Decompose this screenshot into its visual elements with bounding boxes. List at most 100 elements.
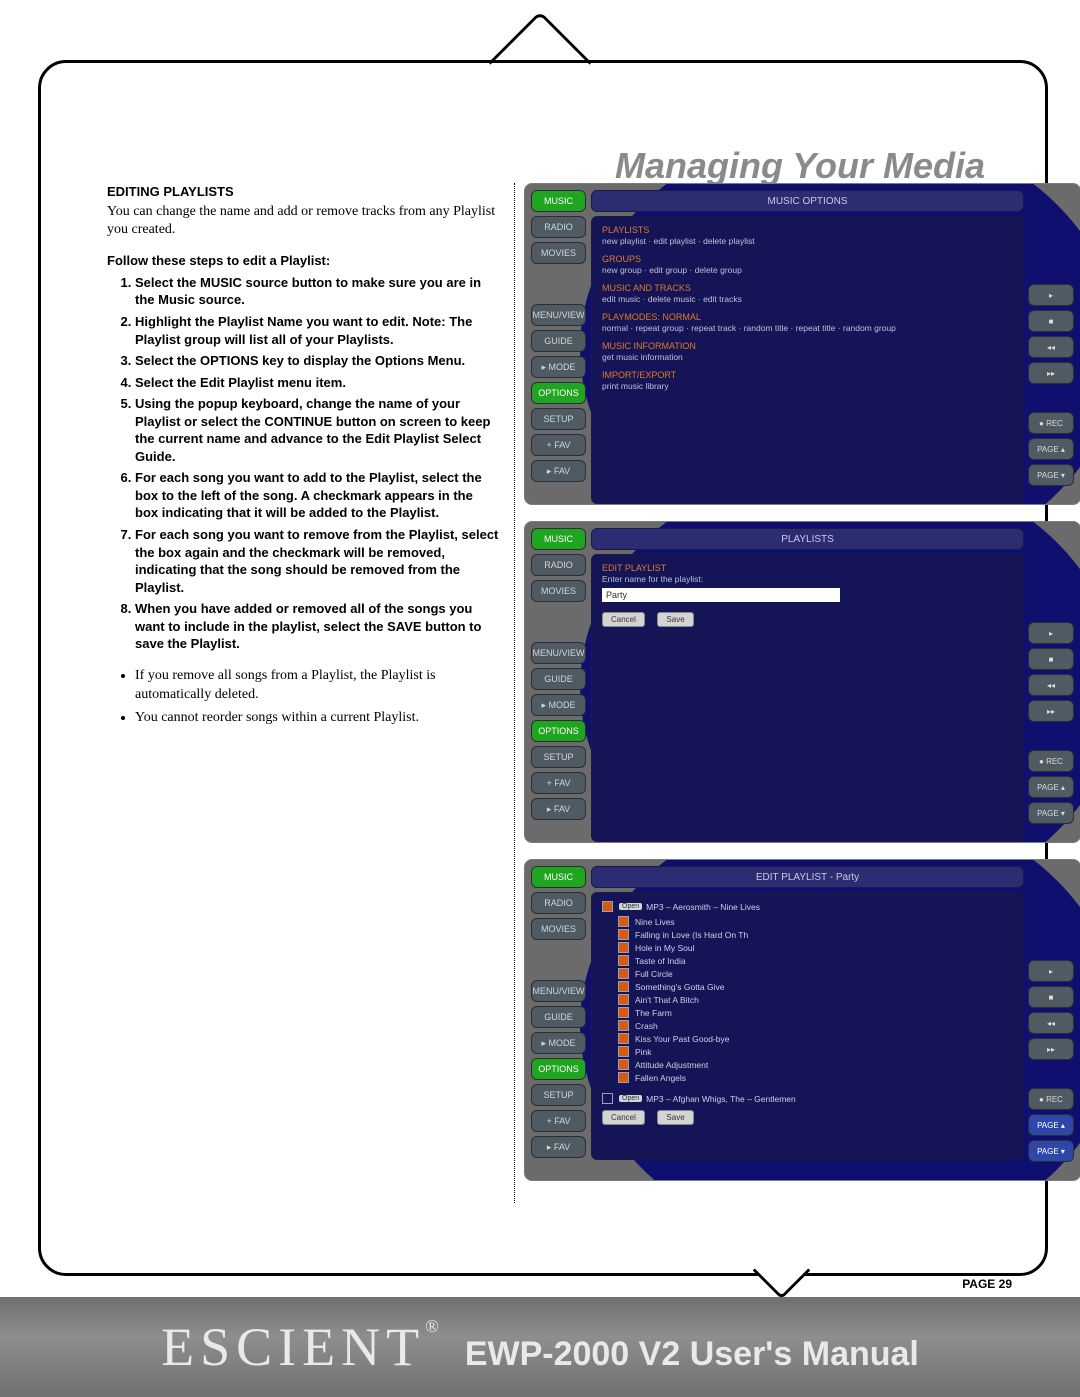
track-checkbox[interactable] xyxy=(618,929,629,940)
pagedown-button[interactable]: PAGE ▾ xyxy=(1028,1140,1074,1162)
sidebar-menuview-button[interactable]: MENU/VIEW xyxy=(531,304,586,326)
track-row[interactable]: Nine Lives xyxy=(618,916,1013,927)
sidebar-menuview-button[interactable]: MENU/VIEW xyxy=(531,642,586,664)
track-row[interactable]: Falling in Love (Is Hard On Th xyxy=(618,929,1013,940)
sidebar-setup-button[interactable]: SETUP xyxy=(531,1084,586,1106)
stop-button[interactable]: ■ xyxy=(1028,986,1074,1008)
track-checkbox[interactable] xyxy=(618,981,629,992)
sidebar-guide-button[interactable]: GUIDE xyxy=(531,1006,586,1028)
notes-list: If you remove all songs from a Playlist,… xyxy=(135,667,499,728)
option-block: GROUPSnew group · edit group · delete gr… xyxy=(602,254,1013,275)
rew-button[interactable]: ◂◂ xyxy=(1028,674,1074,696)
sidebar-nextfav-button[interactable]: ▸ FAV xyxy=(531,460,586,482)
ff-button[interactable]: ▸▸ xyxy=(1028,362,1074,384)
track-checkbox[interactable] xyxy=(618,1020,629,1031)
rew-button[interactable]: ◂◂ xyxy=(1028,336,1074,358)
track-row[interactable]: Full Circle xyxy=(618,968,1013,979)
pagedown-button[interactable]: PAGE ▾ xyxy=(1028,464,1074,486)
album-checkbox[interactable] xyxy=(602,1093,613,1104)
pageup-button[interactable]: PAGE ▴ xyxy=(1028,438,1074,460)
save-button[interactable]: Save xyxy=(657,1110,693,1125)
screenshot-edit-playlist-name: MUSIC RADIO MOVIES MENU/VIEW GUIDE ▸ MOD… xyxy=(524,521,1080,843)
brand-logo: ESCIENT® xyxy=(161,1316,445,1378)
stop-button[interactable]: ■ xyxy=(1028,648,1074,670)
track-row[interactable]: Fallen Angels xyxy=(618,1072,1013,1083)
track-checkbox[interactable] xyxy=(618,1033,629,1044)
panel-body: EDIT PLAYLIST Enter name for the playlis… xyxy=(591,554,1024,842)
sidebar-setup-button[interactable]: SETUP xyxy=(531,746,586,768)
ff-button[interactable]: ▸▸ xyxy=(1028,700,1074,722)
sidebar-menuview-button[interactable]: MENU/VIEW xyxy=(531,980,586,1002)
instruction-column: EDITING PLAYLISTS You can change the nam… xyxy=(107,183,499,731)
album-row[interactable]: Open MP3 – Afghan Whigs, The – Gentlemen xyxy=(602,1093,1013,1104)
pagedown-button[interactable]: PAGE ▾ xyxy=(1028,802,1074,824)
pageup-button[interactable]: PAGE ▴ xyxy=(1028,1114,1074,1136)
track-checkbox[interactable] xyxy=(618,916,629,927)
track-row[interactable]: Kiss Your Past Good-bye xyxy=(618,1033,1013,1044)
sidebar-music-button[interactable]: MUSIC xyxy=(531,190,586,212)
sidebar-music-button[interactable]: MUSIC xyxy=(531,528,586,550)
sidebar-movies-button[interactable]: MOVIES xyxy=(531,918,586,940)
track-checkbox[interactable] xyxy=(618,942,629,953)
track-row[interactable]: Ain't That A Bitch xyxy=(618,994,1013,1005)
section-title: EDITING PLAYLISTS xyxy=(107,183,499,201)
sidebar-addfav-button[interactable]: + FAV xyxy=(531,434,586,456)
track-checkbox[interactable] xyxy=(618,1046,629,1057)
track-checkbox[interactable] xyxy=(618,1007,629,1018)
rec-button[interactable]: ● REC xyxy=(1028,750,1074,772)
sidebar-movies-button[interactable]: MOVIES xyxy=(531,580,586,602)
rec-button[interactable]: ● REC xyxy=(1028,412,1074,434)
sidebar-radio-button[interactable]: RADIO xyxy=(531,554,586,576)
sidebar-nextfav-button[interactable]: ▸ FAV xyxy=(531,798,586,820)
sidebar-guide-button[interactable]: GUIDE xyxy=(531,330,586,352)
playlist-name-input[interactable]: Party xyxy=(602,588,840,602)
cancel-button[interactable]: Cancel xyxy=(602,1110,645,1125)
panel-body: PLAYLISTSnew playlist · edit playlist · … xyxy=(591,216,1024,504)
track-row[interactable]: Hole in My Soul xyxy=(618,942,1013,953)
sidebar-nextfav-button[interactable]: ▸ FAV xyxy=(531,1136,586,1158)
intro-text: You can change the name and add or remov… xyxy=(107,203,499,241)
sidebar-mode-button[interactable]: ▸ MODE xyxy=(531,356,586,378)
sidebar-options-button[interactable]: OPTIONS xyxy=(531,1058,586,1080)
main-panel: MUSIC OPTIONS PLAYLISTSnew playlist · ed… xyxy=(591,190,1024,504)
track-row[interactable]: Pink xyxy=(618,1046,1013,1057)
sidebar-radio-button[interactable]: RADIO xyxy=(531,892,586,914)
sidebar-addfav-button[interactable]: + FAV xyxy=(531,772,586,794)
track-checkbox[interactable] xyxy=(618,1072,629,1083)
rew-button[interactable]: ◂◂ xyxy=(1028,1012,1074,1034)
sidebar-mode-button[interactable]: ▸ MODE xyxy=(531,694,586,716)
sidebar-music-button[interactable]: MUSIC xyxy=(531,866,586,888)
sidebar-options-button[interactable]: OPTIONS xyxy=(531,720,586,742)
ff-button[interactable]: ▸▸ xyxy=(1028,1038,1074,1060)
album-checkbox[interactable] xyxy=(602,901,613,912)
track-checkbox[interactable] xyxy=(618,968,629,979)
save-button[interactable]: Save xyxy=(657,612,693,627)
cancel-button[interactable]: Cancel xyxy=(602,612,645,627)
sidebar-mode-button[interactable]: ▸ MODE xyxy=(531,1032,586,1054)
sidebar-movies-button[interactable]: MOVIES xyxy=(531,242,586,264)
subtitle: EDIT PLAYLIST xyxy=(602,563,1013,573)
track-row[interactable]: Something's Gotta Give xyxy=(618,981,1013,992)
sidebar-radio-button[interactable]: RADIO xyxy=(531,216,586,238)
track-row[interactable]: Crash xyxy=(618,1020,1013,1031)
track-row[interactable]: The Farm xyxy=(618,1007,1013,1018)
track-checkbox[interactable] xyxy=(618,994,629,1005)
track-row[interactable]: Attitude Adjustment xyxy=(618,1059,1013,1070)
play-button[interactable]: ▸ xyxy=(1028,622,1074,644)
play-button[interactable]: ▸ xyxy=(1028,960,1074,982)
manual-title: EWP-2000 V2 User's Manual xyxy=(465,1335,919,1374)
pageup-button[interactable]: PAGE ▴ xyxy=(1028,776,1074,798)
prompt: Enter name for the playlist: xyxy=(602,574,1013,584)
stop-button[interactable]: ■ xyxy=(1028,310,1074,332)
play-button[interactable]: ▸ xyxy=(1028,284,1074,306)
track-checkbox[interactable] xyxy=(618,955,629,966)
sidebar-guide-button[interactable]: GUIDE xyxy=(531,668,586,690)
sidebar-setup-button[interactable]: SETUP xyxy=(531,408,586,430)
page-number: PAGE 29 xyxy=(962,1277,1012,1291)
rec-button[interactable]: ● REC xyxy=(1028,1088,1074,1110)
sidebar-options-button[interactable]: OPTIONS xyxy=(531,382,586,404)
sidebar-addfav-button[interactable]: + FAV xyxy=(531,1110,586,1132)
album-row[interactable]: Open MP3 – Aerosmith – Nine Lives xyxy=(602,901,1013,912)
track-checkbox[interactable] xyxy=(618,1059,629,1070)
track-row[interactable]: Taste of India xyxy=(618,955,1013,966)
